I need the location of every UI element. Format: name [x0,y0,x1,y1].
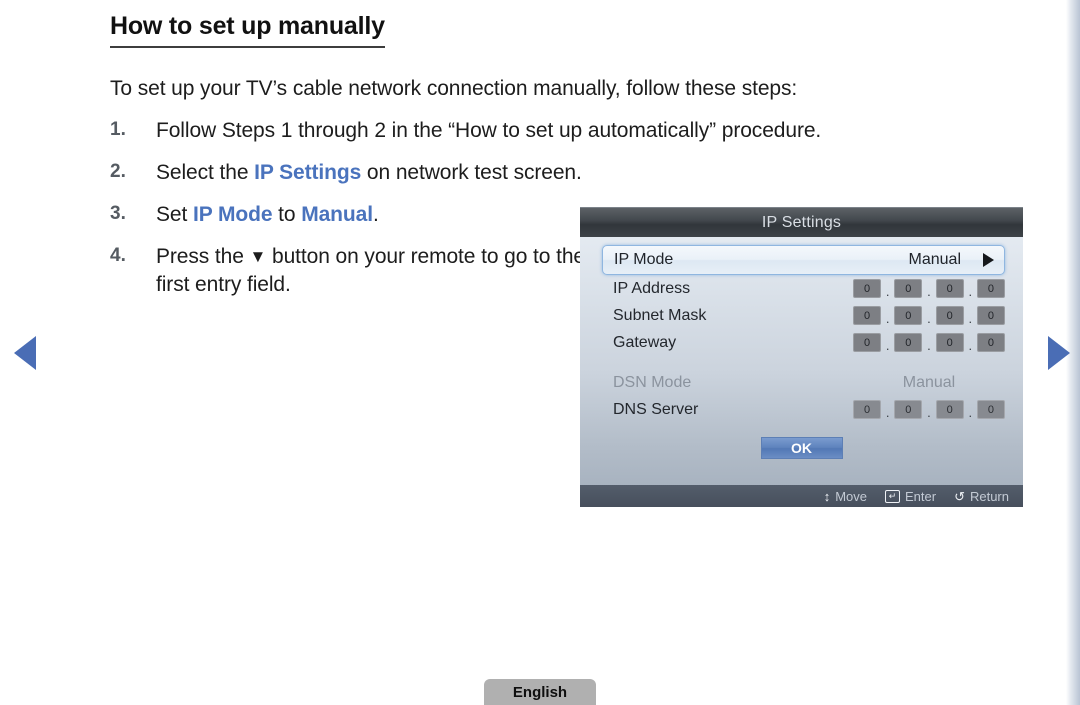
menu-row-label: IP Mode [614,251,674,268]
step-number: 2. [110,160,126,182]
menu-row-label: Subnet Mask [613,306,707,324]
step-keyword: Manual [301,202,373,226]
octet-field[interactable]: 0 [976,306,1005,325]
menu-row-value: Manual [908,251,961,268]
page-title: How to set up manually [110,12,385,48]
step-text: Follow Steps 1 through 2 in the “How to … [156,117,821,145]
dialog-titlebar: IP Settings [580,207,1023,237]
hint-label: Return [969,488,1009,504]
octet-separator: . [927,284,931,299]
octet-separator: . [968,284,973,299]
octet-field[interactable]: 0 [935,279,964,298]
octet-field[interactable]: 0 [853,333,881,352]
language-tab[interactable]: English [484,679,596,705]
step-text-segment: on network test screen. [361,160,582,184]
menu-row-dns-mode: DSN Mode Manual [580,369,1023,396]
step-text-segment: . [372,202,379,226]
step-text: Select the IP Settings on network test s… [156,159,582,187]
octet-field[interactable]: 0 [853,306,881,325]
menu-row-value: Manual [902,373,956,391]
ip-settings-dialog: IP Settings IP Mode Manual IP Address 0 … [580,207,1023,507]
step-text-segment: Select the [156,160,255,184]
step-keyword: IP Settings [254,160,362,184]
menu-row-label: IP Address [613,279,691,297]
step-text-segment: Follow Steps 1 through 2 in the “How to … [156,119,822,142]
step-number: 1. [110,119,126,140]
octet-separator: . [885,338,890,353]
octet-field[interactable]: 0 [894,333,923,352]
octet-field[interactable]: 0 [894,306,923,325]
row-spacer [580,356,1023,369]
intro-paragraph: To set up your TV’s cable network connec… [110,77,798,100]
dialog-hint-bar: ↕ Move ↵ Enter ↺ Return [580,485,1023,507]
octet-separator: . [927,405,931,420]
octet-separator: . [927,311,931,326]
octet-separator: . [927,338,931,353]
step-number: 4. [110,244,126,266]
octet-field[interactable]: 0 [976,279,1005,298]
step-text-segment: to [272,202,302,226]
octet-field[interactable]: 0 [935,400,964,419]
octet-group[interactable]: 0 . 0 . 0 . 0 [853,333,1005,352]
octet-field[interactable]: 0 [935,333,964,352]
octet-field[interactable]: 0 [976,333,1005,352]
step-text-segment: Set [156,202,193,226]
octet-field[interactable]: 0 [894,400,923,419]
octet-group[interactable]: 0 . 0 . 0 . 0 [853,306,1005,325]
list-item: 1. Follow Steps 1 through 2 in the “How … [110,117,1000,145]
menu-row-label: DNS Server [613,400,699,418]
octet-separator: . [885,405,890,420]
hint-move: ↕ Move [824,489,867,504]
octet-field[interactable]: 0 [853,400,881,419]
menu-row-label: DSN Mode [613,373,692,391]
menu-row-subnet-mask[interactable]: Subnet Mask 0 . 0 . 0 . 0 [580,302,1023,329]
ok-button-container: OK [580,437,1023,459]
hint-enter: ↵ Enter [884,488,937,504]
hint-return: ↺ Return [954,489,1009,504]
octet-separator: . [968,311,973,326]
menu-row-gateway[interactable]: Gateway 0 . 0 . 0 . 0 [580,329,1023,356]
octet-field[interactable]: 0 [894,279,923,298]
list-item: 2. Select the IP Settings on network tes… [110,159,1000,187]
ok-button[interactable]: OK [760,437,843,459]
arrow-down-icon: ▼ [249,246,267,266]
menu-row-ip-mode[interactable]: IP Mode Manual [602,245,1005,275]
step-keyword: IP Mode [192,202,273,226]
step-text: Press the ▼ button on your remote to go … [156,243,586,299]
hint-label: Enter [904,488,937,504]
octet-separator: . [885,311,890,326]
octet-group[interactable]: 0 . 0 . 0 . 0 [853,279,1005,298]
previous-page-arrow-icon[interactable] [14,336,36,370]
enter-key-icon: ↵ [884,489,900,503]
step-number: 3. [110,202,126,224]
octet-field[interactable]: 0 [976,400,1005,419]
octet-field[interactable]: 0 [853,279,881,298]
step-text: Set IP Mode to Manual. [156,201,379,229]
octet-group[interactable]: 0 . 0 . 0 . 0 [853,400,1005,419]
menu-row-dns-server[interactable]: DNS Server 0 . 0 . 0 . 0 [580,396,1023,423]
octet-separator: . [968,405,973,420]
dialog-body: IP Mode Manual IP Address 0 . 0 . 0 . 0 … [580,237,1023,485]
triangle-right-icon[interactable] [983,253,994,267]
menu-row-ip-address[interactable]: IP Address 0 . 0 . 0 . 0 [580,275,1023,302]
hint-label: Move [835,488,867,504]
menu-row-label: Gateway [613,333,677,351]
step-text-segment: Press the [156,244,250,268]
octet-field[interactable]: 0 [935,306,964,325]
dialog-title: IP Settings [761,213,842,231]
octet-separator: . [968,338,973,353]
next-page-arrow-icon[interactable] [1048,336,1070,370]
octet-separator: . [885,284,890,299]
arrow-up-down-icon: ↕ [823,488,831,504]
return-arrow-icon: ↺ [954,488,965,504]
